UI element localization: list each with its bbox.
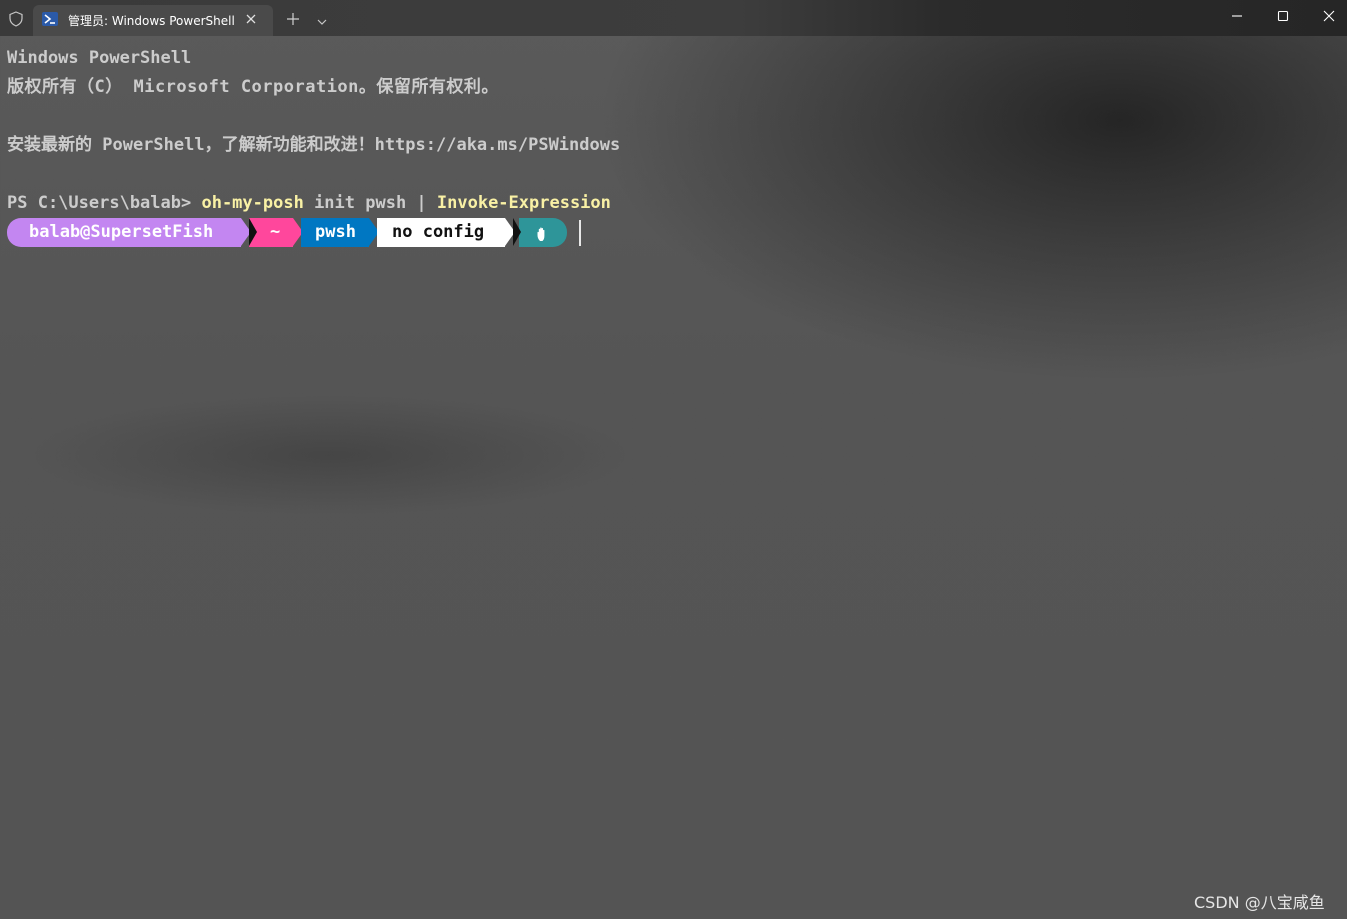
prompt-shell-segment: pwsh xyxy=(301,218,369,247)
segment-separator xyxy=(249,218,257,246)
oh-my-posh-prompt: balab@SupersetFish ~ pwsh no config xyxy=(7,218,587,248)
maximize-button[interactable] xyxy=(1260,0,1306,32)
prompt-exit-segment xyxy=(519,218,567,247)
command-name: oh-my-posh xyxy=(201,193,304,213)
shell-name: pwsh xyxy=(315,222,356,242)
banner-title: Windows PowerShell xyxy=(7,48,192,68)
ps-prompt: PS C:\Users\balab> xyxy=(7,193,202,213)
tab-powershell[interactable]: 管理员: Windows PowerShell xyxy=(33,5,273,36)
close-window-button[interactable] xyxy=(1306,0,1347,32)
powershell-icon xyxy=(42,12,58,26)
shield-icon xyxy=(8,11,24,27)
copyright-line: 版权所有（C） Microsoft Corporation。保留所有权利。 xyxy=(7,77,499,97)
close-icon xyxy=(1323,10,1335,22)
upgrade-hint-line: 安装最新的 PowerShell，了解新功能和改进！https://aka.ms… xyxy=(7,135,621,155)
prompt-config-segment: no config xyxy=(377,218,505,247)
minimize-button[interactable] xyxy=(1214,0,1260,32)
title-bar: 管理员: Windows PowerShell xyxy=(0,0,1347,36)
tab-title: 管理员: Windows PowerShell xyxy=(68,14,235,28)
prompt-user-segment: balab@SupersetFish xyxy=(7,218,241,247)
pipe-target: Invoke-Expression xyxy=(436,193,611,213)
chevron-down-icon xyxy=(317,19,327,25)
tab-dropdown-button[interactable] xyxy=(315,13,329,25)
text-cursor xyxy=(579,220,581,246)
new-tab-button[interactable] xyxy=(285,11,301,27)
watermark: CSDN @八宝咸鱼 xyxy=(1194,893,1325,912)
user-host: balab@SupersetFish xyxy=(29,222,214,242)
minimize-icon xyxy=(1232,15,1242,17)
command-line: PS C:\Users\balab> oh-my-posh init pwsh … xyxy=(7,189,611,218)
close-icon xyxy=(246,14,256,24)
plus-icon xyxy=(287,13,299,25)
maximize-icon xyxy=(1277,10,1289,22)
close-tab-button[interactable] xyxy=(243,11,259,27)
segment-separator xyxy=(513,218,521,246)
config-status: no config xyxy=(392,222,485,242)
command-args: init pwsh | xyxy=(303,193,437,213)
hand-icon xyxy=(535,224,551,241)
